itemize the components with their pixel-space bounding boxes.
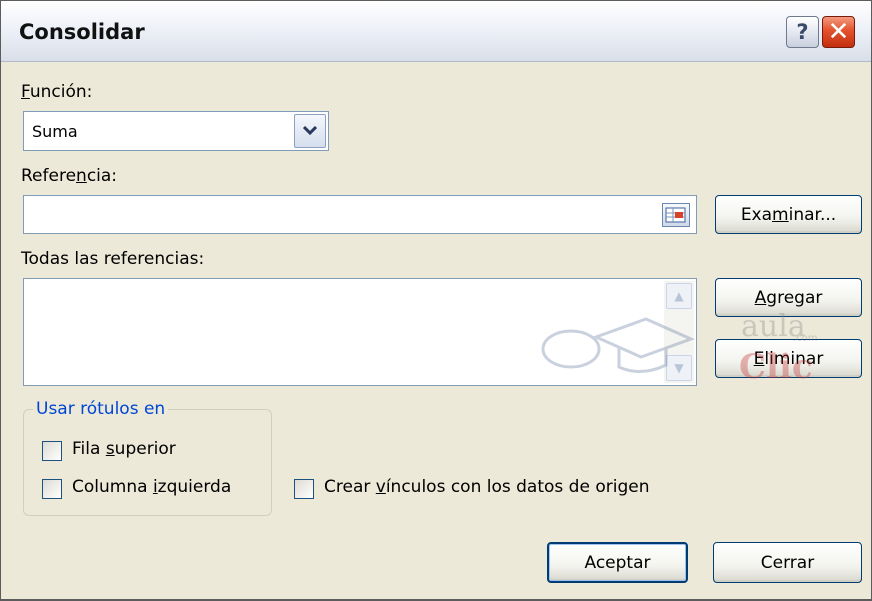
- aceptar-button[interactable]: Aceptar: [547, 542, 688, 583]
- aulaclic-watermark-logo: aula .com Clic: [541, 309, 841, 389]
- todas-referencias-label: Todas las referencias:: [21, 249, 205, 269]
- columna-izquierda-checkbox[interactable]: [42, 479, 62, 499]
- chevron-down-icon: [303, 126, 317, 136]
- scroll-up-button[interactable]: ▲: [666, 283, 692, 309]
- close-button[interactable]: ✕: [822, 16, 855, 48]
- referencia-input[interactable]: [23, 195, 697, 234]
- usar-rotulos-legend: Usar rótulos en: [33, 399, 169, 419]
- cerrar-button[interactable]: Cerrar: [713, 542, 862, 583]
- range-select-icon: [665, 207, 686, 223]
- window-title: Consolidar: [19, 20, 145, 44]
- usar-rotulos-group: [23, 409, 272, 516]
- crear-vinculos-checkbox[interactable]: [294, 479, 314, 499]
- fila-superior-label[interactable]: Fila superior: [72, 439, 176, 459]
- help-icon: ?: [796, 20, 809, 44]
- collapse-dialog-button[interactable]: [662, 203, 690, 227]
- examinar-button[interactable]: Exa m inar...: [715, 195, 862, 234]
- chevron-up-icon: ▲: [674, 289, 684, 303]
- funcion-selected-value: Suma: [32, 122, 78, 141]
- funcion-label: Función:: [21, 82, 93, 102]
- referencia-label: Referencia:: [21, 166, 118, 186]
- dropdown-button[interactable]: [294, 114, 326, 148]
- fila-superior-checkbox[interactable]: [42, 441, 62, 461]
- columna-izquierda-label[interactable]: Columna izquierda: [72, 477, 231, 497]
- consolidar-dialog: Consolidar ? ✕ Función: Suma Referencia:: [0, 0, 872, 601]
- title-bar[interactable]: Consolidar ? ✕: [1, 1, 871, 62]
- close-icon: ✕: [827, 17, 850, 47]
- funcion-select[interactable]: Suma: [23, 111, 329, 151]
- crear-vinculos-label[interactable]: Crear vínculos con los datos de origen: [324, 477, 649, 497]
- help-button[interactable]: ?: [786, 16, 819, 48]
